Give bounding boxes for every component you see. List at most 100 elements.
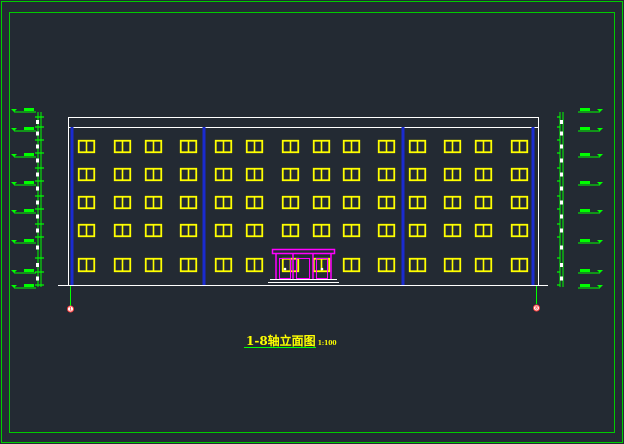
axis-marker-1: 1 bbox=[67, 286, 74, 313]
level-marker-label bbox=[580, 108, 590, 111]
inner-frame bbox=[9, 12, 615, 433]
window bbox=[113, 139, 132, 154]
window bbox=[510, 139, 529, 154]
window bbox=[474, 257, 493, 273]
window bbox=[144, 139, 163, 154]
axis-label-8: 8 bbox=[535, 306, 538, 311]
dimension-text bbox=[560, 200, 563, 205]
window bbox=[377, 223, 396, 238]
window bbox=[214, 223, 233, 238]
dimension-text bbox=[36, 158, 39, 163]
level-marker-label bbox=[24, 284, 34, 287]
level-marker-label bbox=[24, 209, 34, 212]
window bbox=[443, 257, 462, 273]
window bbox=[144, 257, 163, 273]
dimension-text bbox=[560, 120, 563, 124]
window bbox=[245, 223, 264, 238]
building-outline bbox=[58, 117, 548, 286]
window bbox=[474, 139, 493, 154]
window bbox=[443, 195, 462, 210]
window bbox=[408, 167, 427, 182]
dimension-text bbox=[36, 200, 39, 205]
dimension-text bbox=[36, 144, 39, 149]
window bbox=[510, 195, 529, 210]
window bbox=[245, 139, 264, 154]
window bbox=[179, 167, 198, 182]
window bbox=[144, 195, 163, 210]
window bbox=[312, 223, 331, 238]
dimension-text bbox=[560, 228, 563, 233]
window bbox=[144, 223, 163, 238]
level-marker-label bbox=[24, 153, 34, 156]
window bbox=[245, 195, 264, 210]
window bbox=[474, 223, 493, 238]
dimension-text bbox=[36, 186, 39, 191]
level-marker-label bbox=[580, 239, 590, 242]
window bbox=[281, 139, 300, 154]
level-marker-label bbox=[24, 108, 34, 111]
level-marker-label bbox=[580, 269, 590, 272]
window bbox=[377, 195, 396, 210]
level-marker-label bbox=[580, 127, 590, 130]
window bbox=[77, 167, 96, 182]
window bbox=[474, 167, 493, 182]
elevation-drawing: 1 8 bbox=[1, 1, 623, 443]
window bbox=[474, 195, 493, 210]
dimension-text bbox=[560, 214, 563, 219]
level-marker-label bbox=[24, 269, 34, 272]
window bbox=[179, 223, 198, 238]
window bbox=[113, 257, 132, 273]
window bbox=[77, 257, 96, 273]
structural-columns bbox=[70, 127, 535, 285]
dimension-text bbox=[36, 245, 39, 250]
window bbox=[377, 139, 396, 154]
window bbox=[408, 139, 427, 154]
window bbox=[179, 195, 198, 210]
entrance-canopy bbox=[271, 248, 336, 279]
window bbox=[510, 223, 529, 238]
window bbox=[443, 139, 462, 154]
window bbox=[144, 167, 163, 182]
dimension-text bbox=[560, 131, 563, 136]
outer-frame bbox=[1, 1, 623, 443]
window bbox=[312, 139, 331, 154]
dimension-text bbox=[36, 276, 39, 281]
window bbox=[443, 223, 462, 238]
window bbox=[510, 257, 529, 273]
window bbox=[408, 223, 427, 238]
dimension-text bbox=[36, 172, 39, 177]
window bbox=[245, 257, 264, 273]
window bbox=[377, 167, 396, 182]
dimension-text bbox=[560, 245, 563, 250]
window bbox=[281, 223, 300, 238]
window bbox=[312, 195, 331, 210]
window bbox=[443, 167, 462, 182]
window bbox=[214, 167, 233, 182]
drawing-scale: 1:100 bbox=[317, 340, 337, 347]
title-underline bbox=[244, 347, 316, 348]
level-marker-label bbox=[24, 181, 34, 184]
dimension-text bbox=[36, 120, 39, 124]
window bbox=[377, 257, 396, 273]
window bbox=[281, 167, 300, 182]
window bbox=[342, 195, 361, 210]
window bbox=[342, 167, 361, 182]
dimension-text bbox=[560, 172, 563, 177]
window bbox=[281, 195, 300, 210]
window bbox=[179, 257, 198, 273]
level-marker-label bbox=[580, 209, 590, 212]
level-marker-label bbox=[580, 284, 590, 287]
window bbox=[245, 167, 264, 182]
dimension-text bbox=[560, 276, 563, 281]
window bbox=[77, 223, 96, 238]
level-marker-label bbox=[580, 153, 590, 156]
window bbox=[113, 195, 132, 210]
window bbox=[342, 223, 361, 238]
window bbox=[77, 195, 96, 210]
level-marker-label bbox=[24, 127, 34, 130]
window bbox=[214, 139, 233, 154]
window bbox=[113, 223, 132, 238]
level-marker-label bbox=[580, 181, 590, 184]
window bbox=[214, 195, 233, 210]
window bbox=[214, 257, 233, 273]
